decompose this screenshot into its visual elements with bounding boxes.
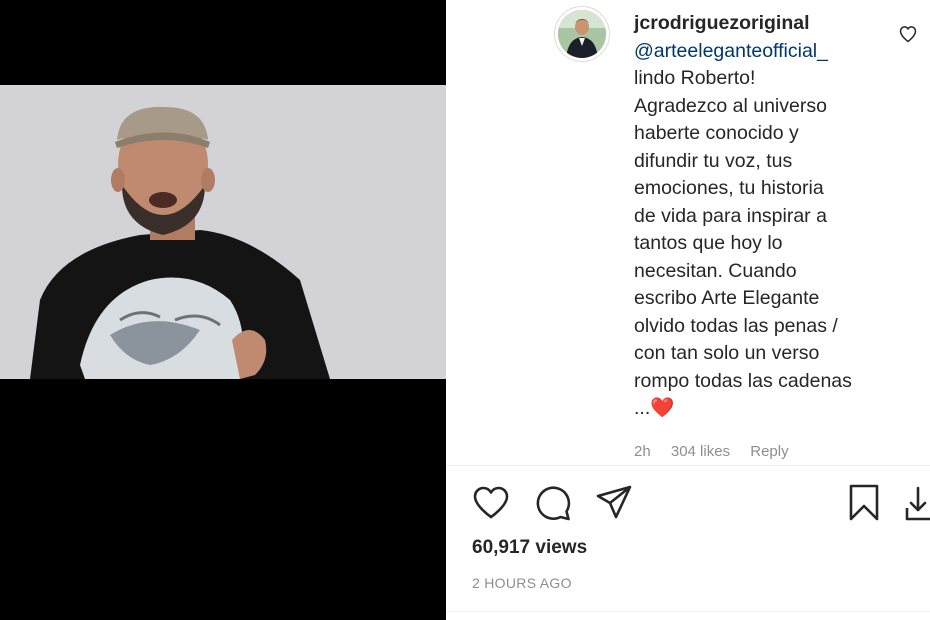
post-side-panel: jcrodriguezoriginal @arteeleganteofficia…	[446, 0, 930, 620]
heart-emoji: ❤️	[650, 397, 675, 419]
comment-line: escribo Arte Elegante	[634, 287, 820, 309]
comment-username[interactable]: jcrodriguezoriginal	[634, 10, 894, 38]
like-heart-icon[interactable]	[471, 483, 511, 523]
video-still-person	[0, 85, 446, 379]
views-count[interactable]: 60,917 views	[472, 537, 587, 559]
comment-line: Agradezco al universo	[634, 94, 827, 117]
comment-like-heart-icon[interactable]	[898, 24, 918, 44]
save-bookmark-icon[interactable]	[844, 482, 884, 522]
comment-line: de vida para inspirar a	[634, 204, 827, 227]
comment-body: jcrodriguezoriginal @arteeleganteofficia…	[634, 10, 894, 423]
section-divider	[446, 465, 930, 466]
comment-ellipsis: ...	[634, 397, 651, 419]
comment-line: lindo Roberto!	[634, 67, 756, 89]
comment-scroll-area[interactable]: jcrodriguezoriginal @arteeleganteofficia…	[446, 0, 930, 462]
comment-line: rompo todas las cadenas	[634, 369, 852, 392]
comment-line-last: ...❤️	[634, 395, 894, 423]
comment-mention-link[interactable]: @arteeleganteofficial_	[634, 38, 894, 66]
comment-line: olvido todas las penas /	[634, 314, 838, 337]
bottom-divider	[446, 611, 930, 612]
commenter-avatar[interactable]	[554, 6, 610, 62]
comment-line: haberte conocido y	[634, 122, 799, 144]
download-icon[interactable]	[904, 484, 930, 524]
share-plane-icon[interactable]	[594, 482, 634, 522]
comment-line: con tan solo un verso	[634, 342, 820, 364]
comment-line: difundir tu voz, tus	[634, 149, 793, 172]
video-player[interactable]	[0, 0, 446, 620]
post-timestamp[interactable]: 2 HOURS AGO	[472, 575, 572, 591]
video-frame[interactable]	[0, 85, 446, 379]
comment-bubble-icon[interactable]	[533, 483, 573, 523]
comment-likes-count[interactable]: 304 likes	[671, 443, 730, 460]
comment-meta: 2h 304 likes Reply	[634, 443, 805, 460]
comment-reply-button[interactable]: Reply	[750, 443, 788, 460]
comment-line: necesitan. Cuando	[634, 259, 797, 282]
comment-age: 2h	[634, 443, 651, 460]
avatar-image	[558, 10, 606, 58]
comment-line: emociones, tu historia	[634, 177, 824, 199]
comment-line: tantos que hoy lo	[634, 232, 783, 254]
